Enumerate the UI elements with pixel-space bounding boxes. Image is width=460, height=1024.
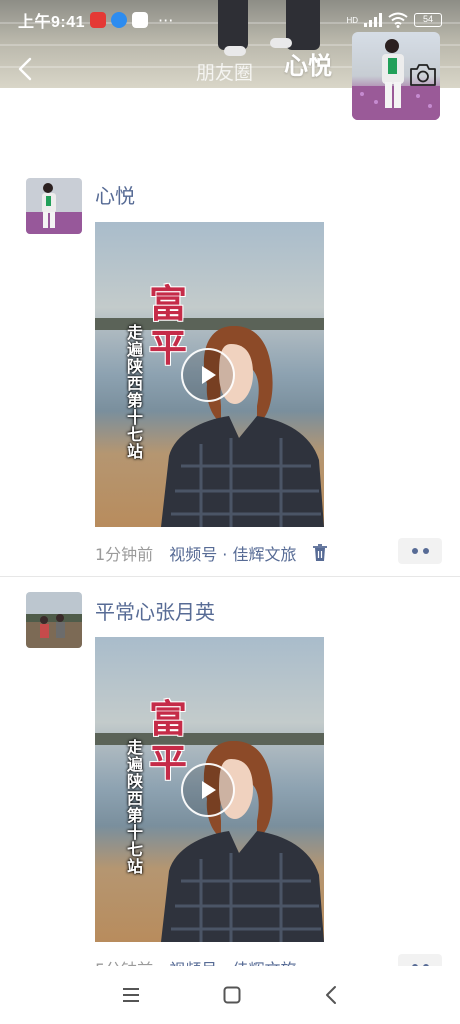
white-app-notification-icon (132, 12, 149, 28)
video-thumbnail[interactable]: 富平 走遍陕西第十七站 (95, 637, 324, 942)
post-meta-row: 1分钟前 视频号 · 佳辉文旅 (95, 541, 328, 565)
video-thumbnail[interactable]: 富平 走遍陕西第十七站 (95, 222, 324, 527)
post-time: 1分钟前 (95, 545, 154, 564)
camera-icon[interactable] (408, 62, 438, 88)
news-app-notification-icon (90, 12, 107, 28)
status-right-group: HD 54 (346, 12, 442, 28)
play-button[interactable] (181, 348, 235, 402)
wifi-icon (388, 12, 408, 28)
video-person-figure (161, 741, 324, 942)
blue-app-notification-icon (111, 12, 128, 28)
owner-name: 心悦 (284, 52, 332, 80)
home-square-icon[interactable] (222, 985, 242, 1005)
back-triangle-icon[interactable] (323, 985, 339, 1005)
more-notifications-indicator: ··· (158, 10, 174, 30)
post-author-name[interactable]: 平常心张月英 (95, 596, 215, 625)
video-subtitle-overlay: 走遍陕西第十七站 (127, 738, 144, 876)
trash-icon[interactable] (312, 544, 328, 562)
post-author-name[interactable]: 心悦 (95, 180, 135, 209)
back-chevron-icon[interactable] (14, 56, 38, 82)
signal-icon (364, 13, 382, 27)
status-time: 上午9:41 (18, 14, 86, 31)
play-button[interactable] (181, 763, 235, 817)
page-title: 朋友圈 (196, 62, 254, 84)
play-icon (202, 366, 216, 384)
video-person-figure (161, 326, 324, 527)
owner-avatar[interactable] (352, 32, 440, 120)
battery-indicator: 54 (414, 13, 442, 27)
author-avatar[interactable] (26, 178, 82, 234)
menu-icon[interactable] (121, 987, 141, 1003)
video-subtitle-overlay: 走遍陕西第十七站 (127, 323, 144, 461)
author-avatar[interactable] (26, 592, 82, 648)
network-type-label: HD (346, 15, 358, 25)
play-icon (202, 781, 216, 799)
video-channel-link[interactable]: 视频号 · 佳辉文旅 (169, 541, 296, 565)
post-more-actions-button[interactable] (398, 538, 442, 564)
system-nav-bar (0, 966, 460, 1024)
post-divider (0, 576, 460, 577)
